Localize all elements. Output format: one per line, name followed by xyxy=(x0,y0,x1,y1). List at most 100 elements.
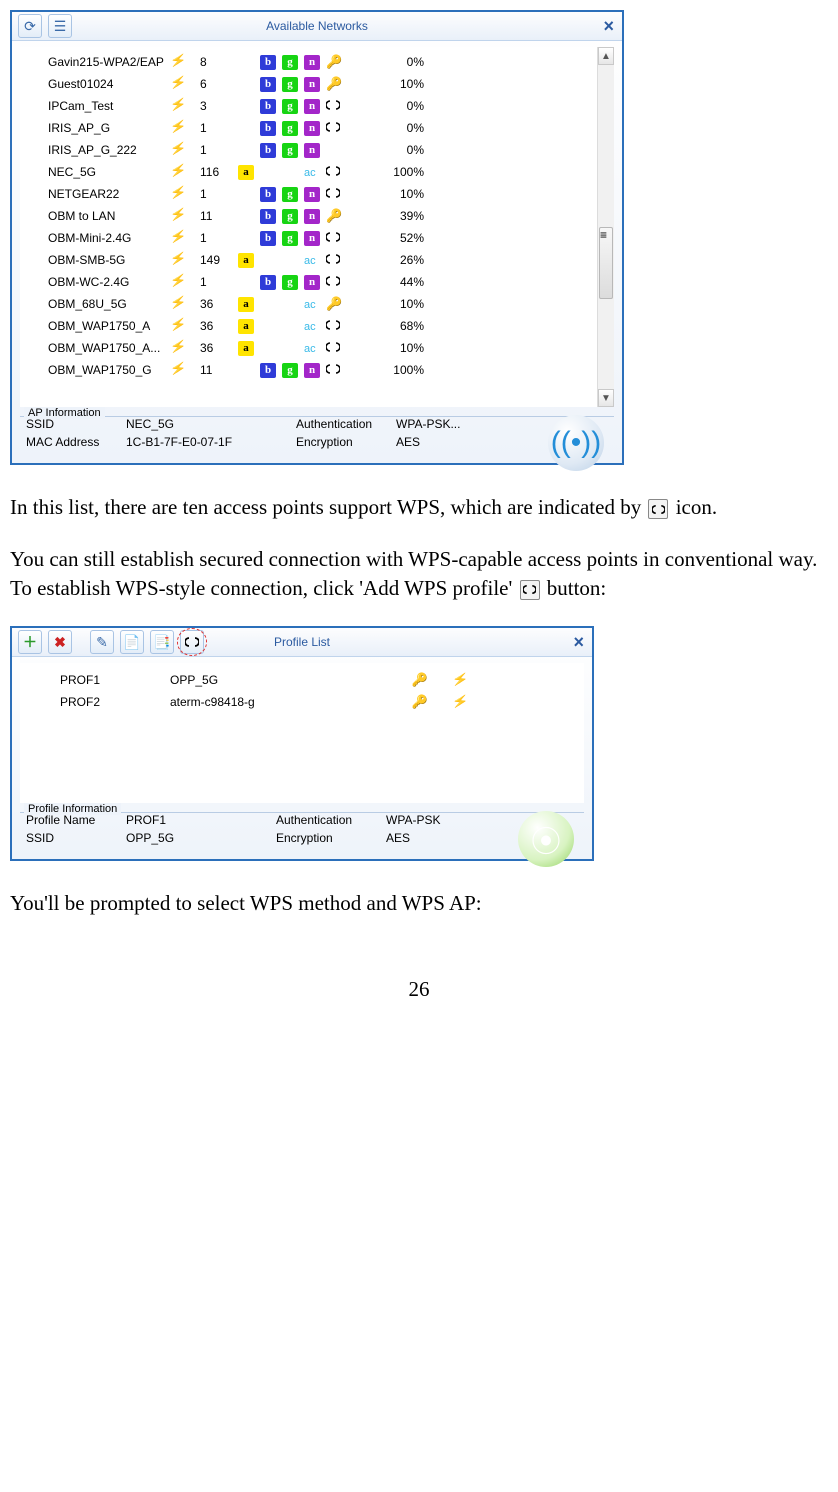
network-ssid: NEC_5G xyxy=(20,165,170,179)
mode-n-icon: n xyxy=(304,143,320,158)
network-list: Gavin215-WPA2/EAP⚡8bgn🔑0%Guest01024⚡6bgn… xyxy=(20,47,614,407)
mode-a-icon: a xyxy=(238,165,254,180)
profile-name: PROF2 xyxy=(60,695,170,709)
mode-b-icon: b xyxy=(260,143,276,158)
close-icon[interactable]: × xyxy=(573,633,592,651)
window-title: Available Networks xyxy=(12,19,622,33)
scrollbar[interactable]: ▲ ≡ ▼ xyxy=(597,47,614,407)
refresh-icon[interactable]: ⟳ xyxy=(18,14,42,38)
network-ssid: IPCam_Test xyxy=(20,99,170,113)
titlebar: ＋ ✖ ✎ 📄 📑 Profile List × xyxy=(12,628,592,657)
mode-g-icon: g xyxy=(282,231,298,246)
mode-g-icon: g xyxy=(282,209,298,224)
channel: 11 xyxy=(200,363,238,377)
network-ssid: IRIS_AP_G_222 xyxy=(20,143,170,157)
signal-icon: ⚡ xyxy=(169,250,201,270)
profile-row[interactable]: PROF2aterm-c98418-g🔑⚡ xyxy=(20,691,584,713)
export-profile-icon[interactable]: 📑 xyxy=(150,630,174,654)
signal-percent: 0% xyxy=(370,143,430,157)
wifi-status-icon: ((•)) xyxy=(548,415,604,471)
edit-profile-icon[interactable]: ✎ xyxy=(90,630,114,654)
channel: 1 xyxy=(200,231,238,245)
mode-b-icon: b xyxy=(260,231,276,246)
network-row[interactable]: NEC_5G⚡116aac100% xyxy=(20,161,614,183)
network-row[interactable]: OBM-WC-2.4G⚡1bgn44% xyxy=(20,271,614,293)
key-icon: 🔑 xyxy=(326,76,342,91)
profile-info-title: Profile Information xyxy=(24,803,121,815)
wps-icon xyxy=(326,230,340,244)
enc-value: AES xyxy=(386,831,486,845)
channel: 1 xyxy=(200,187,238,201)
network-row[interactable]: OBM_68U_5G⚡36aac🔑10% xyxy=(20,293,614,315)
signal-icon: ⚡ xyxy=(169,52,201,72)
ap-information-panel: AP Information SSID NEC_5G Authenticatio… xyxy=(20,409,614,455)
titlebar: ⟳ ☰ Available Networks × xyxy=(12,12,622,41)
scroll-down-icon[interactable]: ▼ xyxy=(598,389,614,407)
network-row[interactable]: OBM-SMB-5G⚡149aac26% xyxy=(20,249,614,271)
profile-name: PROF1 xyxy=(60,673,170,687)
add-profile-icon[interactable]: ＋ xyxy=(18,630,42,654)
wps-icon xyxy=(326,274,340,288)
mac-value: 1C-B1-7F-E0-07-1F xyxy=(126,435,296,449)
network-row[interactable]: IRIS_AP_G_222⚡1bgn0% xyxy=(20,139,614,161)
mode-ac-icon: ac xyxy=(304,343,316,355)
mode-b-icon: b xyxy=(260,275,276,290)
network-row[interactable]: OBM-Mini-2.4G⚡1bgn52% xyxy=(20,227,614,249)
pname-label: Profile Name xyxy=(26,813,126,827)
network-row[interactable]: NETGEAR22⚡1bgn10% xyxy=(20,183,614,205)
close-icon[interactable]: × xyxy=(603,17,622,35)
ssid-value: NEC_5G xyxy=(126,417,296,431)
profile-list-window: ＋ ✖ ✎ 📄 📑 Profile List × PROF1OPP_5G🔑⚡PR… xyxy=(10,626,594,861)
signal-percent: 10% xyxy=(370,77,430,91)
network-row[interactable]: OBM_WAP1750_A...⚡36aac10% xyxy=(20,337,614,359)
available-networks-window: ⟳ ☰ Available Networks × Gavin215-WPA2/E… xyxy=(10,10,624,465)
network-row[interactable]: OBM to LAN⚡11bgn🔑39% xyxy=(20,205,614,227)
key-icon: 🔑 xyxy=(326,296,342,311)
enc-label: Encryption xyxy=(276,831,386,845)
network-row[interactable]: Gavin215-WPA2/EAP⚡8bgn🔑0% xyxy=(20,51,614,73)
network-ssid: OBM-Mini-2.4G xyxy=(20,231,170,245)
profile-ssid: aterm-c98418-g xyxy=(170,695,400,709)
network-ssid: OBM_68U_5G xyxy=(20,297,170,311)
network-row[interactable]: OBM_WAP1750_A⚡36aac68% xyxy=(20,315,614,337)
channel: 149 xyxy=(200,253,238,267)
channel: 8 xyxy=(200,55,238,69)
network-ssid: OBM-SMB-5G xyxy=(20,253,170,267)
signal-percent: 52% xyxy=(370,231,430,245)
network-ssid: Guest01024 xyxy=(20,77,170,91)
channel: 1 xyxy=(200,143,238,157)
mode-n-icon: n xyxy=(304,231,320,246)
mode-a-icon: a xyxy=(238,253,254,268)
import-profile-icon[interactable]: 📄 xyxy=(120,630,144,654)
mode-g-icon: g xyxy=(282,363,298,378)
network-row[interactable]: OBM_WAP1750_G⚡11bgn100% xyxy=(20,359,614,381)
mode-g-icon: g xyxy=(282,121,298,136)
profile-information-panel: Profile Information Profile Name PROF1 A… xyxy=(20,805,584,851)
signal-percent: 100% xyxy=(370,363,430,377)
key-icon: 🔑 xyxy=(326,208,342,223)
network-row[interactable]: Guest01024⚡6bgn🔑10% xyxy=(20,73,614,95)
network-row[interactable]: IRIS_AP_G⚡1bgn0% xyxy=(20,117,614,139)
signal-percent: 68% xyxy=(370,319,430,333)
pname-value: PROF1 xyxy=(126,813,276,827)
mode-g-icon: g xyxy=(282,143,298,158)
scroll-thumb[interactable]: ≡ xyxy=(599,227,613,299)
wps-icon xyxy=(326,318,340,332)
wps-icon xyxy=(326,186,340,200)
mode-g-icon: g xyxy=(282,275,298,290)
delete-profile-icon[interactable]: ✖ xyxy=(48,630,72,654)
ssid-label: SSID xyxy=(26,831,126,845)
network-ssid: OBM_WAP1750_G xyxy=(20,363,170,377)
list-view-icon[interactable]: ☰ xyxy=(48,14,72,38)
signal-icon: ⚡ xyxy=(169,74,201,94)
scroll-up-icon[interactable]: ▲ xyxy=(598,47,614,65)
mode-a-icon: a xyxy=(238,297,254,312)
profile-row[interactable]: PROF1OPP_5G🔑⚡ xyxy=(20,669,584,691)
mode-n-icon: n xyxy=(304,187,320,202)
add-wps-profile-button[interactable] xyxy=(180,630,204,654)
mode-g-icon: g xyxy=(282,55,298,70)
network-row[interactable]: IPCam_Test⚡3bgn0% xyxy=(20,95,614,117)
channel: 6 xyxy=(200,77,238,91)
profile-ssid: OPP_5G xyxy=(170,673,400,687)
mode-n-icon: n xyxy=(304,209,320,224)
